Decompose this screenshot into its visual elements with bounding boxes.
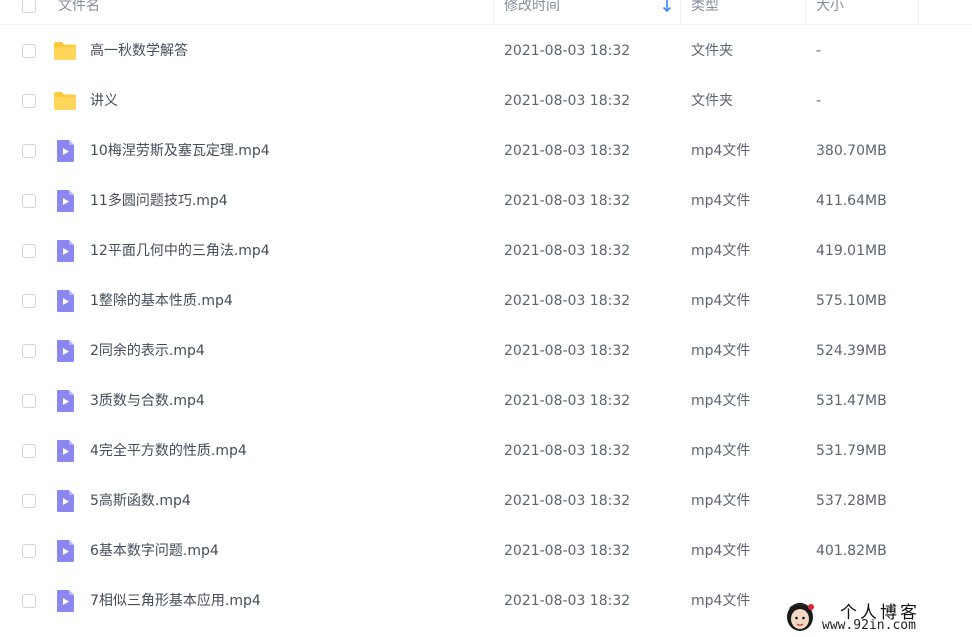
- row-checkbox[interactable]: [22, 194, 36, 208]
- file-name[interactable]: 12平面几何中的三角法.mp4: [90, 243, 270, 259]
- file-modified-time: 2021-08-03 18:32: [504, 343, 631, 359]
- file-name[interactable]: 高一秋数学解答: [90, 43, 188, 59]
- folder-icon: [54, 92, 76, 110]
- row-checkbox[interactable]: [22, 144, 36, 158]
- file-row[interactable]: 12平面几何中的三角法.mp4 2021-08-03 18:32 mp4文件 419.…: [0, 226, 972, 276]
- file-type: mp4文件: [691, 193, 751, 209]
- row-checkbox[interactable]: [22, 394, 36, 408]
- file-row[interactable]: 2同余的表示.mp4 2021-08-03 18:32 mp4文件 524.39MB: [0, 326, 972, 376]
- row-checkbox[interactable]: [22, 444, 36, 458]
- row-checkbox[interactable]: [22, 344, 36, 358]
- file-size: 411.64MB: [816, 193, 887, 209]
- watermark-url: www.92in.com: [822, 618, 916, 633]
- file-modified-time: 2021-08-03 18:32: [504, 93, 631, 109]
- select-all-checkbox[interactable]: [22, 0, 36, 13]
- row-checkbox[interactable]: [22, 94, 36, 108]
- file-modified-time: 2021-08-03 18:32: [504, 43, 631, 59]
- file-name[interactable]: 7相似三角形基本应用.mp4: [90, 593, 261, 609]
- file-name[interactable]: 5高斯函数.mp4: [90, 493, 191, 509]
- file-type: mp4文件: [691, 243, 751, 259]
- file-modified-time: 2021-08-03 18:32: [504, 293, 631, 309]
- file-size: 575.10MB: [816, 293, 887, 309]
- column-header-name[interactable]: 文件名: [58, 0, 100, 14]
- file-row[interactable]: 高一秋数学解答 2021-08-03 18:32 文件夹 -: [0, 26, 972, 76]
- file-modified-time: 2021-08-03 18:32: [504, 493, 631, 509]
- file-modified-time: 2021-08-03 18:32: [504, 143, 631, 159]
- video-file-icon: [57, 190, 74, 212]
- avatar-face-icon: [787, 603, 814, 631]
- file-name[interactable]: 10梅涅劳斯及塞瓦定理.mp4: [90, 143, 270, 159]
- file-name[interactable]: 3质数与合数.mp4: [90, 393, 205, 409]
- file-list-header: 文件名 修改时间 类型 大小: [0, 0, 972, 25]
- video-file-icon: [57, 440, 74, 462]
- file-type: mp4文件: [691, 143, 751, 159]
- file-type: mp4文件: [691, 343, 751, 359]
- file-row[interactable]: 1整除的基本性质.mp4 2021-08-03 18:32 mp4文件 575.10M…: [0, 276, 972, 326]
- file-size: 531.47MB: [816, 393, 887, 409]
- row-checkbox[interactable]: [22, 294, 36, 308]
- video-file-icon: [57, 540, 74, 562]
- file-type: 文件夹: [691, 93, 733, 109]
- file-size: 419.01MB: [816, 243, 887, 259]
- file-modified-time: 2021-08-03 18:32: [504, 593, 631, 609]
- file-row[interactable]: 11多圆问题技巧.mp4 2021-08-03 18:32 mp4文件 411.64M…: [0, 176, 972, 226]
- sort-descending-icon[interactable]: [661, 0, 673, 13]
- file-type: mp4文件: [691, 443, 751, 459]
- file-type: mp4文件: [691, 543, 751, 559]
- column-divider[interactable]: [805, 0, 806, 24]
- file-size: -: [816, 93, 822, 109]
- file-name[interactable]: 1整除的基本性质.mp4: [90, 293, 233, 309]
- row-checkbox[interactable]: [22, 544, 36, 558]
- video-file-icon: [57, 490, 74, 512]
- file-modified-time: 2021-08-03 18:32: [504, 543, 631, 559]
- video-file-icon: [57, 290, 74, 312]
- file-row[interactable]: 10梅涅劳斯及塞瓦定理.mp4 2021-08-03 18:32 mp4文件 380.…: [0, 126, 972, 176]
- file-type: 文件夹: [691, 43, 733, 59]
- watermark: 个人博客 www.92in.com: [778, 596, 972, 637]
- column-divider[interactable]: [680, 0, 681, 24]
- row-checkbox[interactable]: [22, 594, 36, 608]
- file-row[interactable]: 6基本数字问题.mp4 2021-08-03 18:32 mp4文件 401.82MB: [0, 526, 972, 576]
- video-file-icon: [57, 240, 74, 262]
- file-size: 524.39MB: [816, 343, 887, 359]
- file-size: 537.28MB: [816, 493, 887, 509]
- file-size: 531.79MB: [816, 443, 887, 459]
- file-type: mp4文件: [691, 593, 751, 609]
- file-name[interactable]: 讲义: [90, 93, 118, 109]
- video-file-icon: [57, 140, 74, 162]
- folder-icon: [54, 42, 76, 60]
- video-file-icon: [57, 590, 74, 612]
- video-file-icon: [57, 390, 74, 412]
- file-modified-time: 2021-08-03 18:32: [504, 193, 631, 209]
- file-list: 文件名 修改时间 类型 大小 高一秋数学解答 2021-08-03 18:32 文件…: [0, 0, 972, 637]
- file-name[interactable]: 4完全平方数的性质.mp4: [90, 443, 247, 459]
- file-name[interactable]: 11多圆问题技巧.mp4: [90, 193, 228, 209]
- column-divider[interactable]: [493, 0, 494, 24]
- file-size: -: [816, 43, 822, 59]
- video-file-icon: [57, 340, 74, 362]
- file-row[interactable]: 3质数与合数.mp4 2021-08-03 18:32 mp4文件 531.47MB: [0, 376, 972, 426]
- file-size: 380.70MB: [816, 143, 887, 159]
- file-type: mp4文件: [691, 393, 751, 409]
- column-divider[interactable]: [918, 0, 919, 24]
- row-checkbox[interactable]: [22, 244, 36, 258]
- file-row[interactable]: 4完全平方数的性质.mp4 2021-08-03 18:32 mp4文件 531.79…: [0, 426, 972, 476]
- file-row[interactable]: 讲义 2021-08-03 18:32 文件夹 -: [0, 76, 972, 126]
- row-checkbox[interactable]: [22, 494, 36, 508]
- row-checkbox[interactable]: [22, 44, 36, 58]
- file-name[interactable]: 2同余的表示.mp4: [90, 343, 205, 359]
- file-modified-time: 2021-08-03 18:32: [504, 443, 631, 459]
- column-header-type[interactable]: 类型: [691, 0, 719, 14]
- file-type: mp4文件: [691, 293, 751, 309]
- file-type: mp4文件: [691, 493, 751, 509]
- column-header-size[interactable]: 大小: [816, 0, 844, 14]
- file-modified-time: 2021-08-03 18:32: [504, 243, 631, 259]
- column-header-modified-time[interactable]: 修改时间: [504, 0, 560, 14]
- file-size: 401.82MB: [816, 543, 887, 559]
- file-row[interactable]: 5高斯函数.mp4 2021-08-03 18:32 mp4文件 537.28MB: [0, 476, 972, 526]
- file-modified-time: 2021-08-03 18:32: [504, 393, 631, 409]
- file-name[interactable]: 6基本数字问题.mp4: [90, 543, 219, 559]
